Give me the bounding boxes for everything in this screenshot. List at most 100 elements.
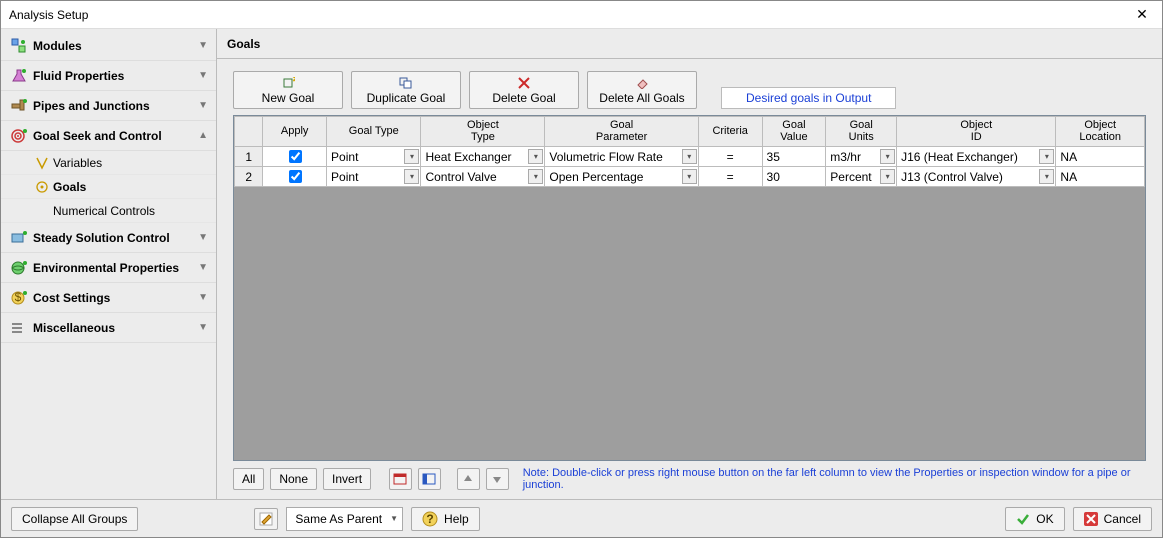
sidebar-group-goal-seek-control[interactable]: Goal Seek and Control ▲ <box>1 121 216 151</box>
eraser-icon <box>635 76 649 90</box>
dropdown-arrow-icon[interactable]: ▾ <box>404 149 419 164</box>
titlebar: Analysis Setup ✕ <box>1 1 1162 29</box>
target-icon <box>11 128 33 144</box>
link-label: Desired goals in Output <box>746 91 871 105</box>
help-button[interactable]: ? Help <box>411 507 480 531</box>
sidebar-item-goals[interactable]: Goals <box>1 175 216 199</box>
svg-text:?: ? <box>426 512 433 526</box>
same-as-parent-dropdown[interactable]: Same As Parent ▼ <box>286 507 403 531</box>
help-icon: ? <box>422 511 438 527</box>
ok-button[interactable]: OK <box>1005 507 1064 531</box>
dropdown-arrow-icon[interactable]: ▾ <box>404 169 419 184</box>
sidebar: Modules ▼ Fluid Properties ▼ Pipes and J… <box>1 29 217 499</box>
move-up-button[interactable] <box>457 468 480 490</box>
layout-blue-button[interactable] <box>418 468 441 490</box>
button-label: OK <box>1036 512 1053 526</box>
main-area: ✱ New Goal Duplicate Goal Delete Goal De… <box>217 59 1162 499</box>
group-label: Miscellaneous <box>33 321 198 335</box>
selection-utility-row: All None Invert Note: Double-click or pr… <box>233 467 1146 491</box>
duplicate-icon <box>399 76 413 90</box>
chevron-up-icon: ▲ <box>198 130 208 141</box>
subitem-label: Variables <box>53 156 102 170</box>
sidebar-group-modules[interactable]: Modules ▼ <box>1 31 216 61</box>
col-object-type[interactable]: Object Type <box>421 117 545 147</box>
select-none-button[interactable]: None <box>270 468 317 490</box>
dropdown-arrow-icon[interactable]: ▾ <box>880 169 895 184</box>
col-goal-units[interactable]: Goal Units <box>826 117 897 147</box>
apply-checkbox[interactable] <box>289 150 302 163</box>
goals-grid: Apply Goal Type Object Type Goal Paramet… <box>233 115 1146 461</box>
group-label: Fluid Properties <box>33 69 198 83</box>
steady-icon <box>11 230 33 246</box>
layout-red-button[interactable] <box>389 468 412 490</box>
delete-icon <box>518 76 530 90</box>
close-button[interactable]: ✕ <box>1130 6 1154 23</box>
move-down-button[interactable] <box>486 468 509 490</box>
analysis-setup-window: Analysis Setup ✕ Modules ▼ Fluid Propert… <box>0 0 1163 538</box>
window-title: Analysis Setup <box>9 8 1130 22</box>
sidebar-group-steady-solution[interactable]: Steady Solution Control ▼ <box>1 223 216 253</box>
chevron-down-icon: ▼ <box>198 322 208 333</box>
button-label: New Goal <box>262 91 315 105</box>
group-label: Modules <box>33 39 198 53</box>
col-object-id[interactable]: Object ID <box>897 117 1056 147</box>
group-label: Steady Solution Control <box>33 231 198 245</box>
dropdown-arrow-icon[interactable]: ▾ <box>880 149 895 164</box>
dollar-icon: $ <box>11 290 33 306</box>
col-apply[interactable]: Apply <box>263 117 327 147</box>
sidebar-group-cost-settings[interactable]: $ Cost Settings ▼ <box>1 283 216 313</box>
col-criteria[interactable]: Criteria <box>698 117 762 147</box>
svg-text:$: $ <box>15 290 22 304</box>
button-label: Delete Goal <box>492 91 555 105</box>
select-all-button[interactable]: All <box>233 468 264 490</box>
chevron-down-icon: ▼ <box>198 292 208 303</box>
new-goal-button[interactable]: ✱ New Goal <box>233 71 343 109</box>
table-row[interactable]: 2Point▾Control Valve▾Open Percentage▾=30… <box>235 167 1145 187</box>
apply-checkbox[interactable] <box>289 170 302 183</box>
desired-goals-output-link[interactable]: Desired goals in Output <box>721 87 896 109</box>
dropdown-arrow-icon[interactable]: ▾ <box>1039 149 1054 164</box>
chevron-down-icon: ▼ <box>198 262 208 273</box>
sidebar-item-numerical-controls[interactable]: Numerical Controls <box>1 199 216 223</box>
dropdown-arrow-icon[interactable]: ▾ <box>682 169 697 184</box>
subitem-label: Goals <box>53 180 86 194</box>
check-icon <box>1016 512 1030 526</box>
col-goal-type[interactable]: Goal Type <box>327 117 421 147</box>
cancel-button[interactable]: Cancel <box>1073 507 1152 531</box>
sidebar-item-variables[interactable]: Variables <box>1 151 216 175</box>
flask-icon <box>11 68 33 84</box>
modules-icon <box>11 38 33 54</box>
window-body: Modules ▼ Fluid Properties ▼ Pipes and J… <box>1 29 1162 499</box>
dropdown-arrow-icon[interactable]: ▾ <box>528 169 543 184</box>
grid-note: Note: Double-click or press right mouse … <box>523 467 1146 491</box>
invert-selection-button[interactable]: Invert <box>323 468 371 490</box>
delete-goal-button[interactable]: Delete Goal <box>469 71 579 109</box>
button-label: Delete All Goals <box>599 91 684 105</box>
globe-icon <box>11 260 33 276</box>
goals-table: Apply Goal Type Object Type Goal Paramet… <box>234 116 1145 187</box>
col-object-location[interactable]: Object Location <box>1056 117 1145 147</box>
sidebar-group-environmental[interactable]: Environmental Properties ▼ <box>1 253 216 283</box>
group-label: Pipes and Junctions <box>33 99 198 113</box>
col-goal-value[interactable]: Goal Value <box>762 117 826 147</box>
list-icon <box>11 320 33 336</box>
grid-empty-area[interactable] <box>234 187 1145 460</box>
duplicate-goal-button[interactable]: Duplicate Goal <box>351 71 461 109</box>
collapse-all-groups-button[interactable]: Collapse All Groups <box>11 507 138 531</box>
col-goal-parameter[interactable]: Goal Parameter <box>545 117 698 147</box>
dropdown-label: Same As Parent <box>295 512 382 526</box>
chevron-down-icon: ▼ <box>198 232 208 243</box>
table-row[interactable]: 1Point▾Heat Exchanger▾Volumetric Flow Ra… <box>235 147 1145 167</box>
button-label: Cancel <box>1104 512 1141 526</box>
sidebar-group-pipes-junctions[interactable]: Pipes and Junctions ▼ <box>1 91 216 121</box>
dropdown-arrow-icon[interactable]: ▾ <box>1039 169 1054 184</box>
dropdown-arrow-icon[interactable]: ▾ <box>528 149 543 164</box>
dropdown-arrow-icon[interactable]: ▾ <box>682 149 697 164</box>
svg-text:✱: ✱ <box>292 77 295 86</box>
delete-all-goals-button[interactable]: Delete All Goals <box>587 71 697 109</box>
main-header: Goals <box>217 29 1162 59</box>
col-rownum <box>235 117 263 147</box>
sidebar-group-miscellaneous[interactable]: Miscellaneous ▼ <box>1 313 216 343</box>
edit-note-button[interactable] <box>254 508 278 530</box>
sidebar-group-fluid-properties[interactable]: Fluid Properties ▼ <box>1 61 216 91</box>
